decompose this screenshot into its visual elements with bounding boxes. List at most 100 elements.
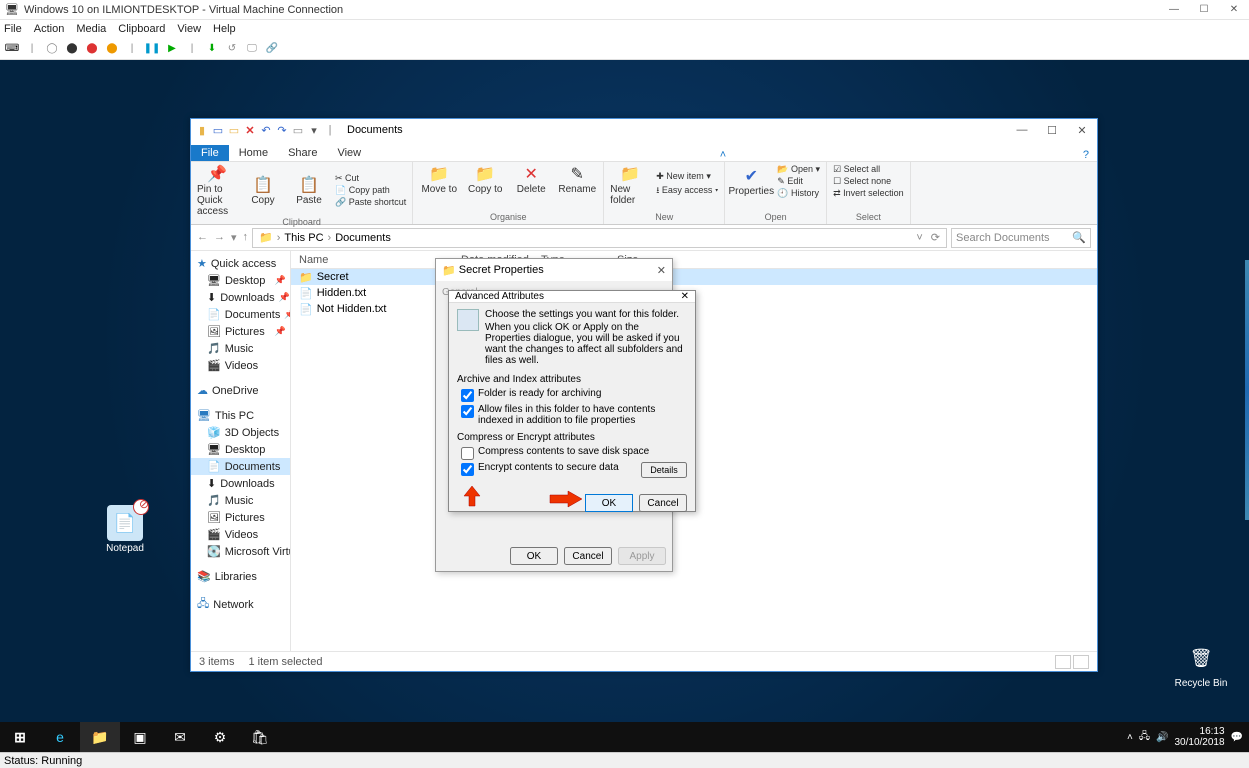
edit-button[interactable]: ✎ Edit: [777, 176, 803, 187]
start-button[interactable]: ⊞: [0, 722, 40, 752]
tab-view[interactable]: View: [327, 145, 371, 161]
taskbar-settings[interactable]: ⚙: [200, 722, 240, 752]
copy-to-button[interactable]: 📁Copy to: [465, 164, 505, 195]
menu-file[interactable]: File: [4, 23, 22, 35]
adv-ok-button[interactable]: OK: [585, 494, 633, 512]
open-button[interactable]: 📂 Open ▾: [777, 164, 820, 175]
cut-button[interactable]: ✂ Cut: [335, 173, 359, 184]
nav-downloads[interactable]: ⬇ Downloads📌: [191, 289, 290, 306]
nav-forward-icon[interactable]: →: [214, 231, 225, 244]
save-icon[interactable]: ⬤: [104, 41, 120, 57]
tray-volume-icon[interactable]: 🔊: [1156, 732, 1168, 743]
tab-file[interactable]: File: [191, 145, 229, 161]
qat-dropdown-icon[interactable]: ▾: [307, 123, 321, 137]
tray-up-icon[interactable]: ˄: [1127, 732, 1133, 743]
system-tray[interactable]: ˄ 🖧 🔊 16:13 30/10/2018 💬: [1127, 726, 1249, 748]
close-icon[interactable]: ✕: [657, 264, 666, 277]
tab-home[interactable]: Home: [229, 145, 278, 161]
pause-icon[interactable]: ❚❚: [144, 41, 160, 57]
nav-history-icon[interactable]: ▾: [231, 231, 237, 244]
history-button[interactable]: 🕘 History: [777, 188, 819, 199]
pin-quick-access[interactable]: 📌Pin to Quick access: [197, 164, 237, 217]
qat-undo-icon[interactable]: ↶: [259, 123, 273, 137]
nav-pictures2[interactable]: 🖼 Pictures: [191, 509, 290, 526]
nav-music2[interactable]: 🎵 Music: [191, 492, 290, 509]
props-apply-button[interactable]: Apply: [618, 547, 666, 565]
nav-videos2[interactable]: 🎬 Videos: [191, 526, 290, 543]
select-all-button[interactable]: ☑ Select all: [833, 164, 880, 175]
maximize-button[interactable]: ☐: [1189, 4, 1219, 15]
paste-button[interactable]: 📋Paste: [289, 175, 329, 206]
qat-properties-icon[interactable]: ▭: [211, 123, 225, 137]
view-details-icon[interactable]: [1055, 655, 1071, 669]
paste-shortcut-button[interactable]: 🔗 Paste shortcut: [335, 197, 406, 208]
reset-icon[interactable]: ▶: [164, 41, 180, 57]
ribbon-collapse-icon[interactable]: ˄: [720, 149, 726, 161]
menu-clipboard[interactable]: Clipboard: [118, 23, 165, 35]
adv-cancel-button[interactable]: Cancel: [639, 494, 687, 512]
help-icon[interactable]: ?: [1083, 149, 1089, 161]
copy-path-button[interactable]: 📄 Copy path: [335, 185, 390, 196]
nav-music[interactable]: 🎵 Music: [191, 340, 290, 357]
new-item-button[interactable]: ✚ New item ▾: [656, 171, 711, 182]
tab-share[interactable]: Share: [278, 145, 327, 161]
taskbar-terminal[interactable]: ▣: [120, 722, 160, 752]
qat-redo-icon[interactable]: ↷: [275, 123, 289, 137]
addr-dropdown-icon[interactable]: ˅: [916, 232, 922, 244]
menu-action[interactable]: Action: [34, 23, 65, 35]
qat-rename-icon[interactable]: ▭: [291, 123, 305, 137]
nav-3d[interactable]: 🧊 3D Objects: [191, 424, 290, 441]
nav-pictures[interactable]: 🖼 Pictures📌: [191, 323, 290, 340]
search-input[interactable]: Search Documents 🔍: [951, 228, 1091, 248]
desktop-icon-recycle[interactable]: 🗑 Recycle Bin: [1171, 640, 1231, 689]
props-cancel-button[interactable]: Cancel: [564, 547, 612, 565]
nav-documents2[interactable]: 📄 Documents: [191, 458, 290, 475]
desktop-icon-notepad[interactable]: 📄 Notepad: [95, 505, 155, 554]
tray-network-icon[interactable]: 🖧: [1139, 729, 1150, 746]
chk-index[interactable]: Allow files in this folder to have conte…: [461, 404, 687, 426]
taskbar-clock[interactable]: 16:13 30/10/2018: [1174, 726, 1224, 748]
nav-vdisk[interactable]: 💽 Microsoft Virtual Di: [191, 543, 290, 560]
qat-delete-icon[interactable]: ✕: [243, 123, 257, 137]
props-ok-button[interactable]: OK: [510, 547, 558, 565]
breadcrumb[interactable]: 📁 › This PC › Documents ˅ ⟳: [252, 228, 947, 248]
explorer-minimize[interactable]: —: [1007, 124, 1037, 137]
enhanced-icon[interactable]: 🖵: [244, 41, 260, 57]
revert-icon[interactable]: ↺: [224, 41, 240, 57]
taskbar-explorer[interactable]: 📁: [80, 722, 120, 752]
turnoff-icon[interactable]: ⬤: [64, 41, 80, 57]
nav-quick-access[interactable]: ★ Quick access: [191, 255, 290, 272]
nav-this-pc[interactable]: 🖥 This PC: [191, 407, 290, 424]
file-row[interactable]: 📁Secret: [291, 269, 1097, 285]
share-icon[interactable]: 🔗: [264, 41, 280, 57]
minimize-button[interactable]: —: [1159, 4, 1189, 15]
select-none-button[interactable]: ☐ Select none: [833, 176, 891, 187]
rename-button[interactable]: ✎Rename: [557, 164, 597, 195]
action-center-icon[interactable]: 💬: [1231, 732, 1243, 743]
shutdown-icon[interactable]: ⬤: [84, 41, 100, 57]
start-icon[interactable]: ◯: [44, 41, 60, 57]
nav-network[interactable]: 🖧 Network: [191, 593, 290, 616]
nav-pane[interactable]: ★ Quick access 🖥 Desktop📌 ⬇ Downloads📌 📄…: [191, 251, 291, 651]
taskbar-store[interactable]: 🛍: [240, 722, 280, 752]
chk-encrypt[interactable]: Encrypt contents to secure data: [461, 462, 641, 476]
invert-selection-button[interactable]: ⇄ Invert selection: [833, 188, 904, 199]
nav-back-icon[interactable]: ←: [197, 231, 208, 244]
explorer-close[interactable]: ✕: [1067, 124, 1097, 137]
nav-videos[interactable]: 🎬 Videos: [191, 357, 290, 374]
chk-compress[interactable]: Compress contents to save disk space: [461, 446, 687, 460]
menu-view[interactable]: View: [177, 23, 201, 35]
chk-archive[interactable]: Folder is ready for archiving: [461, 388, 687, 402]
close-button[interactable]: ✕: [1219, 4, 1249, 15]
view-large-icon[interactable]: [1073, 655, 1089, 669]
move-to-button[interactable]: 📁Move to: [419, 164, 459, 195]
copy-button[interactable]: 📋Copy: [243, 175, 283, 206]
nav-libraries[interactable]: 📚 Libraries: [191, 568, 290, 585]
checkpoint-icon[interactable]: ⬇: [204, 41, 220, 57]
nav-downloads2[interactable]: ⬇ Downloads: [191, 475, 290, 492]
nav-desktop[interactable]: 🖥 Desktop📌: [191, 272, 290, 289]
nav-up-icon[interactable]: ↑: [243, 231, 249, 244]
close-icon[interactable]: ✕: [681, 291, 689, 302]
refresh-icon[interactable]: ⟳: [931, 231, 940, 244]
easy-access-button[interactable]: ⭳ Easy access ▾: [656, 183, 718, 199]
